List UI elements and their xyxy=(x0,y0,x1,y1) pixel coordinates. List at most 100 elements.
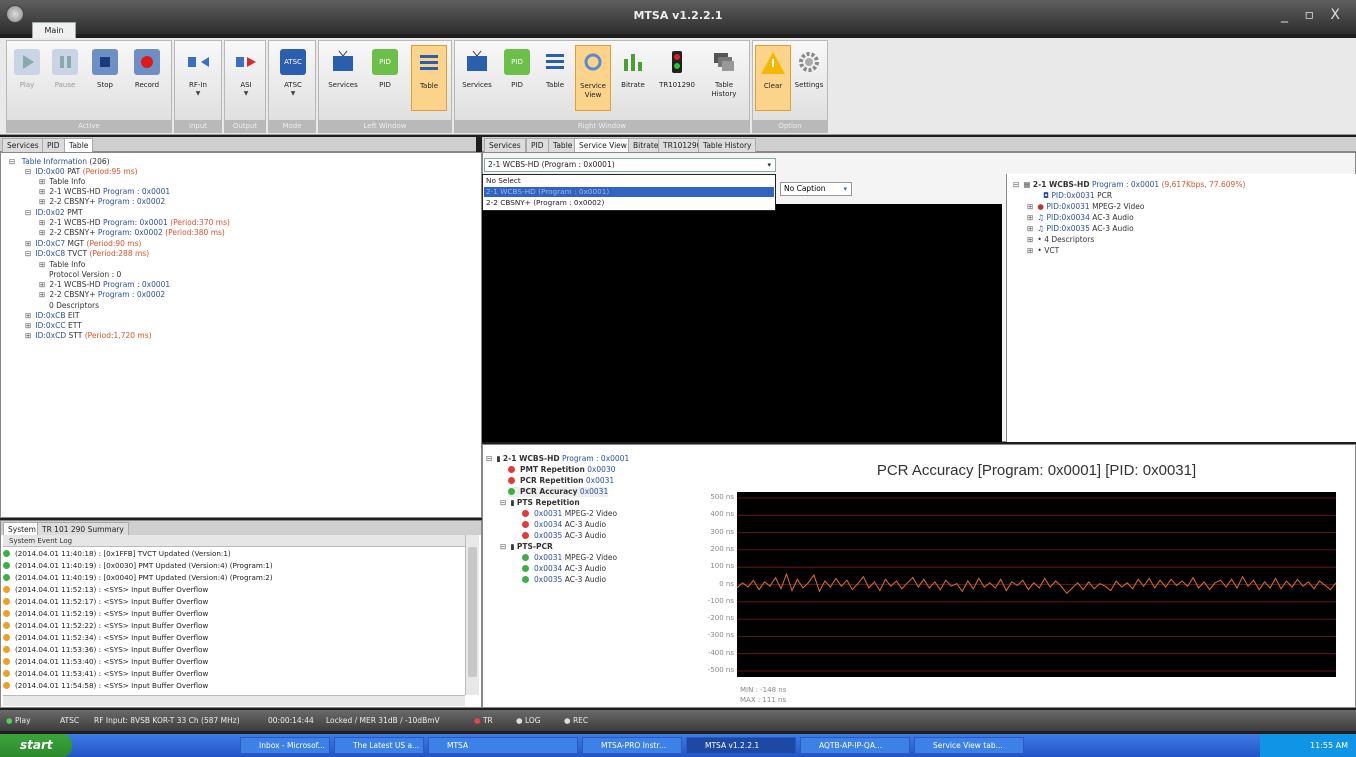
left-table-button[interactable]: Table xyxy=(411,45,447,111)
measure-item[interactable]: 0x0035 AC-3 Audio xyxy=(522,575,606,585)
tree-mgt[interactable]: ⊞ ID:0xC7 MGT (Period:90 ms) xyxy=(25,239,141,249)
tab-table-history[interactable]: Table History xyxy=(698,138,757,152)
log-entry[interactable]: (2014.04.01 11:40:18) : [0x1FFB] TVCT Up… xyxy=(3,549,231,559)
measure-item[interactable]: 0x0034 AC-3 Audio xyxy=(522,564,606,574)
caption-select[interactable]: No Caption ▾ xyxy=(780,182,852,196)
measure-group[interactable]: ⊟ ▮ PTS-PCR xyxy=(500,542,553,552)
record-button[interactable]: Record xyxy=(127,45,167,111)
horizontal-scrollbar[interactable] xyxy=(3,695,465,706)
service-tree-program[interactable]: ⊟ ▦ 2-1 WCBS-HD Program : 0x0001 (9,617K… xyxy=(1013,180,1245,190)
play-button[interactable]: Play xyxy=(9,45,45,111)
measure-item[interactable]: PCR Repetition 0x0031 xyxy=(508,476,614,486)
log-entry[interactable]: (2014.04.01 11:40:19) : [0x0030] PMT Upd… xyxy=(3,561,273,571)
scroll-thumb[interactable] xyxy=(468,547,477,677)
measure-item-selected[interactable]: PCR Accuracy 0x0031 xyxy=(508,487,609,497)
tab-right-services[interactable]: Services xyxy=(484,138,526,152)
service-tree-item[interactable]: ◘ PID:0x0031 PCR xyxy=(1043,191,1112,201)
log-entry[interactable]: (2014.04.01 11:54:58) : <SYS> Input Buff… xyxy=(3,681,208,691)
asi-button[interactable]: ASI ▼ xyxy=(228,45,264,111)
taskbar-item[interactable]: Service View tab... xyxy=(914,737,1024,754)
log-entry[interactable]: (2014.04.01 11:52:17) : <SYS> Input Buff… xyxy=(3,597,208,607)
tree-item[interactable]: ⊞ 2-1 WCBS-HD Program : 0x0001 xyxy=(39,187,170,197)
log-entry-text: (2014.04.01 11:40:18) : [0x1FFB] TVCT Up… xyxy=(15,549,231,558)
left-services-button[interactable]: Services xyxy=(323,45,363,111)
tab-services[interactable]: Services xyxy=(2,138,44,152)
tr-indicator[interactable]: ● TR xyxy=(474,716,493,725)
tree-item[interactable]: ⊞ 2-2 CBSNY+ Program: 0x0002 (Period:380… xyxy=(39,228,225,238)
tree-pat[interactable]: ⊟ ID:0x00 PAT (Period:95 ms) xyxy=(25,167,138,177)
right-table-history-button[interactable]: Table History xyxy=(703,45,745,111)
log-entry[interactable]: (2014.04.01 11:52:22) : <SYS> Input Buff… xyxy=(3,621,208,631)
dropdown-option[interactable]: 2-1 WCBS-HD (Program : 0x0001) xyxy=(484,187,774,197)
pause-button[interactable]: Pause xyxy=(47,45,83,111)
window-controls[interactable]: _ ▫ X xyxy=(1281,7,1346,23)
left-pid-button[interactable]: PID PID xyxy=(367,45,403,111)
log-entry[interactable]: (2014.04.01 11:40:19) : [0x0040] PMT Upd… xyxy=(3,573,273,583)
measure-item[interactable]: PMT Repetition 0x0030 xyxy=(508,465,616,475)
dropdown-option[interactable]: No Select xyxy=(484,176,774,186)
measure-item[interactable]: 0x0034 AC-3 Audio xyxy=(522,520,606,530)
tree-stt[interactable]: ⊞ ID:0xCD STT (Period:1,720 ms) xyxy=(25,331,152,341)
service-tree-item[interactable]: ⊞ • VCT xyxy=(1027,246,1059,256)
taskbar-item[interactable]: Inbox - Microsof... xyxy=(240,737,330,754)
taskbar-item[interactable]: MTSA xyxy=(428,737,578,754)
tree-ett[interactable]: ⊞ ID:0xCC ETT xyxy=(25,321,82,331)
audio-icon: ♫ xyxy=(1037,224,1045,233)
tab-table[interactable]: Table xyxy=(64,138,94,152)
tab-right-pid[interactable]: PID xyxy=(526,138,549,152)
vertical-scrollbar[interactable] xyxy=(465,535,479,695)
log-entry[interactable]: (2014.04.01 11:52:13) : <SYS> Input Buff… xyxy=(3,585,208,595)
right-services-button[interactable]: Services xyxy=(457,45,497,111)
tab-tr101290-summary[interactable]: TR 101 290 Summary xyxy=(37,522,129,536)
program-select[interactable]: 2-1 WCBS-HD (Program : 0x0001) ▾ xyxy=(484,158,776,172)
atsc-mode-button[interactable]: ATSC ATSC ▼ xyxy=(275,45,311,111)
log-entry[interactable]: (2014.04.01 11:53:40) : <SYS> Input Buff… xyxy=(3,657,208,667)
log-entry[interactable]: (2014.04.01 11:53:36) : <SYS> Input Buff… xyxy=(3,645,208,655)
log-entry[interactable]: (2014.04.01 11:52:19) : <SYS> Input Buff… xyxy=(3,609,208,619)
right-table-button[interactable]: Table xyxy=(537,45,573,111)
measure-item[interactable]: 0x0035 AC-3 Audio xyxy=(522,531,606,541)
service-tree-item[interactable]: ⊞ ♫ PID:0x0035 AC-3 Audio xyxy=(1027,224,1134,234)
ribbon-tab-main[interactable]: Main xyxy=(32,22,76,38)
right-pid-button[interactable]: PID PID xyxy=(499,45,535,111)
tree-item[interactable]: ⊞ 2-1 WCBS-HD Program : 0x0001 xyxy=(39,280,170,290)
measure-item[interactable]: 0x0031 MPEG-2 Video xyxy=(522,509,617,519)
dropdown-option[interactable]: 2-2 CBSNY+ (Program : 0x0002) xyxy=(484,198,774,208)
tab-right-table[interactable]: Table xyxy=(548,138,578,152)
tab-system[interactable]: System xyxy=(3,522,41,536)
log-entry[interactable]: (2014.04.01 11:52:34) : <SYS> Input Buff… xyxy=(3,633,208,643)
measure-program[interactable]: ⊟ ▮ 2-1 WCBS-HD Program : 0x0001 xyxy=(486,454,629,464)
tree-item[interactable]: ⊞ Table Info xyxy=(39,177,85,187)
measure-group[interactable]: ⊟ ▮ PTS Repetition xyxy=(500,498,580,508)
service-tree-item[interactable]: ⊞ ● PID:0x0031 MPEG-2 Video xyxy=(1027,202,1144,212)
taskbar-item-active[interactable]: MTSA v1.2.2.1 xyxy=(686,737,796,754)
tree-tvct[interactable]: ⊟ ID:0xC8 TVCT (Period:288 ms) xyxy=(25,249,149,259)
stop-button[interactable]: Stop xyxy=(87,45,123,111)
tree-root[interactable]: ⊟ Table Information (206) xyxy=(9,157,110,167)
measure-item[interactable]: 0x0031 MPEG-2 Video xyxy=(522,553,617,563)
tree-item[interactable]: ⊞ 2-2 CBSNY+ Program : 0x0002 xyxy=(39,197,165,207)
tree-item[interactable]: ⊞ 2-1 WCBS-HD Program: 0x0001 (Period:37… xyxy=(39,218,230,228)
taskbar-item[interactable]: AQTB-AP-IP-QA... xyxy=(800,737,910,754)
settings-button[interactable]: Settings xyxy=(791,45,827,111)
rec-indicator[interactable]: ● REC xyxy=(564,716,588,725)
right-bitrate-button[interactable]: Bitrate xyxy=(615,45,651,111)
tab-service-view[interactable]: Service View xyxy=(574,138,632,152)
tree-item[interactable]: ⊞ 2-2 CBSNY+ Program : 0x0001Program : 0… xyxy=(39,290,165,300)
service-tree-item[interactable]: ⊞ ♫ PID:0x0034 AC-3 Audio xyxy=(1027,213,1134,223)
right-tr101290-button[interactable]: TR101290 xyxy=(655,45,699,111)
log-entry[interactable]: (2014.04.01 11:53:41) : <SYS> Input Buff… xyxy=(3,669,208,679)
tree-item[interactable]: ⊞ Table Info xyxy=(39,260,85,270)
taskbar-item[interactable]: MTSA-PRO Instr... xyxy=(582,737,682,754)
window-title: MTSA v1.2.2.1 xyxy=(633,9,723,22)
log-indicator[interactable]: ● LOG xyxy=(516,716,541,725)
tree-pmt[interactable]: ⊟ ID:0x02 PMT xyxy=(25,208,83,218)
start-button[interactable]: start xyxy=(0,734,72,757)
right-service-view-button[interactable]: Service View xyxy=(575,45,611,111)
tab-pid[interactable]: PID xyxy=(42,138,65,152)
clear-button[interactable]: Clear xyxy=(755,45,791,111)
service-tree-item[interactable]: ⊞ • 4 Descriptors xyxy=(1027,235,1094,245)
tree-eit[interactable]: ⊞ ID:0xCB EIT xyxy=(25,311,79,321)
taskbar-item[interactable]: The Latest US a... xyxy=(334,737,424,754)
rf-in-button[interactable]: RF-In ▼ xyxy=(180,45,216,111)
